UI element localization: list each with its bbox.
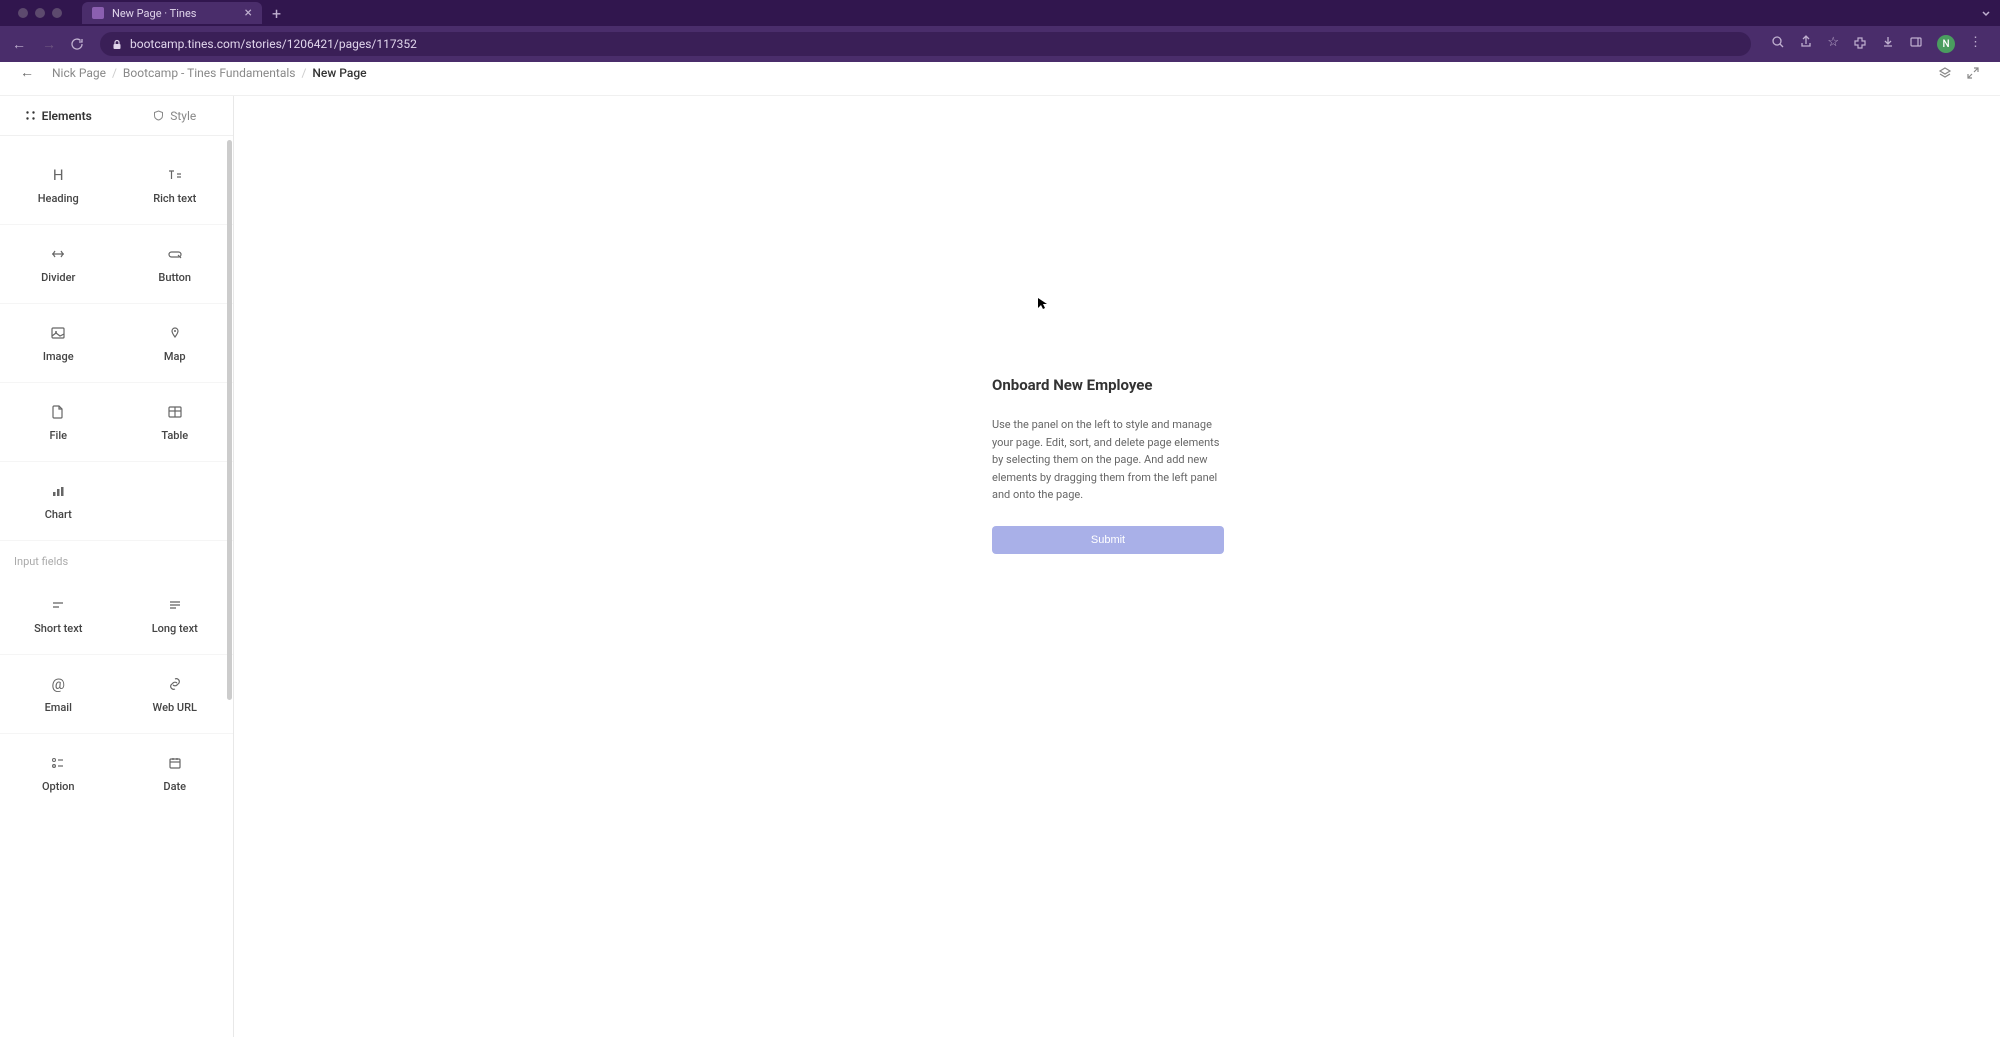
tab-style[interactable]: Style xyxy=(117,96,234,135)
tab-close-button[interactable]: × xyxy=(245,5,252,21)
panel-icon[interactable] xyxy=(1909,35,1923,53)
page-heading[interactable]: Onboard New Employee xyxy=(992,376,1224,394)
element-file[interactable]: File xyxy=(0,383,117,461)
element-long-text[interactable]: Long text xyxy=(117,576,234,654)
page-content: Onboard New Employee Use the panel on th… xyxy=(992,376,1224,554)
section-label-input-fields: Input fields xyxy=(0,541,233,576)
minimize-window-button[interactable] xyxy=(35,8,45,18)
breadcrumb: Nick Page / Bootcamp - Tines Fundamental… xyxy=(52,66,367,80)
element-divider[interactable]: Divider xyxy=(0,225,117,303)
download-icon[interactable] xyxy=(1881,35,1895,53)
page-canvas[interactable]: Onboard New Employee Use the panel on th… xyxy=(234,96,2000,1037)
maximize-window-button[interactable] xyxy=(52,8,62,18)
image-icon xyxy=(50,324,66,342)
divider-icon xyxy=(50,245,66,263)
map-icon xyxy=(167,324,183,342)
table-icon xyxy=(167,403,183,421)
nav-reload-button[interactable] xyxy=(70,37,88,51)
element-short-text[interactable]: Short text xyxy=(0,576,117,654)
short-text-icon xyxy=(50,596,66,614)
grid-icon xyxy=(25,110,36,121)
browser-toolbar-icons: ☆ N ⋮ xyxy=(1763,35,1990,53)
element-table[interactable]: Table xyxy=(117,383,234,461)
element-image[interactable]: Image xyxy=(0,304,117,382)
bookmark-icon[interactable]: ☆ xyxy=(1827,35,1839,53)
elements-panel: H Heading Rich text xyxy=(0,136,233,812)
element-option[interactable]: Option xyxy=(0,734,117,812)
layers-icon[interactable] xyxy=(1938,66,1952,80)
window-controls xyxy=(8,8,72,18)
url-text: bootcamp.tines.com/stories/1206421/pages… xyxy=(130,37,417,51)
button-icon xyxy=(167,245,183,263)
element-email[interactable]: @ Email xyxy=(0,655,117,733)
breadcrumb-item-current: New Page xyxy=(312,66,366,80)
profile-avatar[interactable]: N xyxy=(1937,35,1955,53)
breadcrumb-item[interactable]: Nick Page xyxy=(52,66,106,80)
element-date[interactable]: Date xyxy=(117,734,234,812)
sidebar-tabs: Elements Style xyxy=(0,96,233,136)
tab-favicon xyxy=(92,7,104,19)
chevron-down-icon[interactable] xyxy=(1980,7,1992,19)
expand-icon[interactable] xyxy=(1966,66,1980,80)
element-button[interactable]: Button xyxy=(117,225,234,303)
rich-text-icon xyxy=(167,166,183,184)
close-window-button[interactable] xyxy=(18,8,28,18)
tab-bar: New Page · Tines × + xyxy=(0,0,2000,26)
new-tab-button[interactable]: + xyxy=(262,4,291,23)
tab-elements[interactable]: Elements xyxy=(0,96,117,135)
element-rich-text[interactable]: Rich text xyxy=(117,146,234,224)
nav-back-button[interactable]: ← xyxy=(10,36,28,53)
address-bar[interactable]: bootcamp.tines.com/stories/1206421/pages… xyxy=(100,32,1751,56)
submit-button[interactable]: Submit xyxy=(992,526,1224,554)
file-icon xyxy=(51,403,65,421)
browser-chrome: New Page · Tines × + ← → bootcamp.tines.… xyxy=(0,0,2000,50)
email-icon: @ xyxy=(52,675,65,693)
browser-tab[interactable]: New Page · Tines × xyxy=(82,2,262,24)
page-description[interactable]: Use the panel on the left to style and m… xyxy=(992,416,1224,504)
chart-icon xyxy=(50,482,66,500)
element-web-url[interactable]: Web URL xyxy=(117,655,234,733)
lock-icon xyxy=(112,39,122,50)
tab-title: New Page · Tines xyxy=(112,7,237,20)
extensions-icon[interactable] xyxy=(1853,35,1867,53)
share-icon[interactable] xyxy=(1799,35,1813,53)
option-icon xyxy=(50,754,66,772)
nav-forward-button[interactable]: → xyxy=(40,36,58,53)
sidebar-scrollbar[interactable] xyxy=(227,140,232,700)
element-chart[interactable]: Chart xyxy=(0,462,117,540)
app-header: ← Nick Page / Bootcamp - Tines Fundament… xyxy=(0,50,2000,96)
long-text-icon xyxy=(167,596,183,614)
link-icon xyxy=(167,675,183,693)
sidebar: Elements Style H Heading xyxy=(0,96,234,1037)
heading-icon: H xyxy=(53,166,64,184)
menu-icon[interactable]: ⋮ xyxy=(1969,35,1982,53)
calendar-icon xyxy=(168,754,182,772)
element-heading[interactable]: H Heading xyxy=(0,146,117,224)
main-layout: Elements Style H Heading xyxy=(0,96,2000,1037)
search-icon[interactable] xyxy=(1771,35,1785,53)
element-map[interactable]: Map xyxy=(117,304,234,382)
back-button[interactable]: ← xyxy=(20,64,34,81)
breadcrumb-item[interactable]: Bootcamp - Tines Fundamentals xyxy=(123,66,296,80)
cursor-icon xyxy=(1037,297,1047,311)
shield-icon xyxy=(153,110,164,121)
